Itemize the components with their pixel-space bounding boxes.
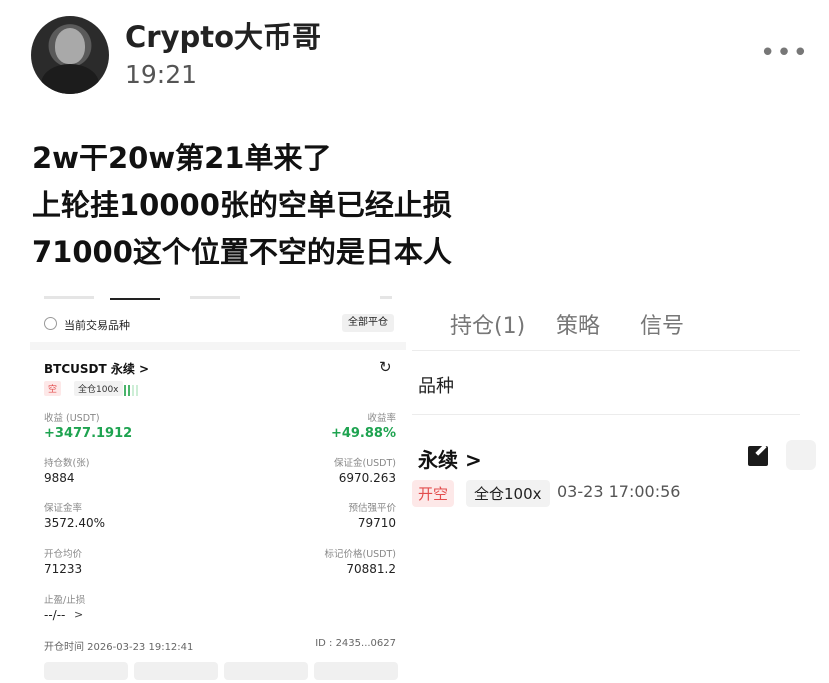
tpsl-value[interactable]: --/-- <box>44 608 65 622</box>
edit-icon[interactable] <box>748 446 768 466</box>
open-timestamp: 03-23 17:00:56 <box>557 482 681 501</box>
tab-strategy[interactable]: 策略 <box>556 308 600 340</box>
current-symbol-radio[interactable] <box>44 317 57 330</box>
open-time: 开仓时间 2026-03-23 19:12:41 <box>44 642 194 653</box>
avatar-body <box>41 64 99 94</box>
action-button[interactable] <box>224 662 308 680</box>
more-options-icon[interactable]: ••• <box>760 38 809 68</box>
action-button[interactable] <box>314 662 398 680</box>
tpsl-chevron-icon[interactable]: > <box>74 608 83 621</box>
short-tag: 空 <box>44 381 62 396</box>
position-symbol[interactable]: BTCUSDT 永续 > <box>44 360 149 377</box>
size-label: 持仓数(张) <box>44 458 90 469</box>
position-id[interactable]: ID : 2435...0627 <box>315 638 396 649</box>
cross-leverage-tag: 全仓100x <box>74 381 123 396</box>
pnl-label: 收益 (USDT) <box>44 413 100 424</box>
avatar-face <box>55 28 85 64</box>
size-value: 9884 <box>44 471 75 485</box>
risk-bars-icon <box>124 381 140 400</box>
tab-signals[interactable]: 信号 <box>640 308 684 340</box>
post-text-line-3: 71000这个位置不空的是日本人 <box>32 235 452 269</box>
author-name[interactable]: Crypto大币哥 <box>125 14 321 56</box>
post-time: 19:21 <box>125 60 198 89</box>
section-divider <box>412 414 800 415</box>
faint-tab <box>44 296 94 299</box>
symbol-section-heading: 品种 <box>418 376 454 397</box>
action-button[interactable] <box>134 662 218 680</box>
cross-leverage-tag: 全仓100x <box>466 480 550 507</box>
active-tab-underline <box>110 298 160 300</box>
post-text-line-1: 2w干20w第21单来了 <box>32 141 332 175</box>
tab-positions[interactable]: 持仓(1) <box>450 308 525 340</box>
open-short-tag: 开空 <box>412 480 455 507</box>
position-screenshot-right: 持仓(1) 策略 信号 品种 永续 > 开空 全仓100x 03-23 17:0… <box>412 290 829 683</box>
tab-divider <box>412 350 800 351</box>
margin-ratio-value: 3572.40% <box>44 516 106 530</box>
roe-label: 收益率 <box>367 413 396 424</box>
section-divider <box>30 342 406 350</box>
author-avatar[interactable] <box>31 16 109 94</box>
pnl-value: +3477.1912 <box>44 426 133 441</box>
cut-off-button[interactable] <box>786 440 816 470</box>
share-icon[interactable]: ↻ <box>379 358 392 376</box>
tpsl-label: 止盈/止损 <box>44 595 86 606</box>
margin-value: 6970.263 <box>338 471 396 485</box>
liquidation-label: 预估强平价 <box>348 503 396 514</box>
faint-tab <box>380 296 392 299</box>
margin-label: 保证金(USDT) <box>333 458 396 469</box>
faint-tab <box>190 296 240 299</box>
current-symbol-label: 当前交易品种 <box>64 319 130 332</box>
entry-price-value: 71233 <box>44 562 83 576</box>
position-screenshot-left: 当前交易品种 全部平仓 BTCUSDT 永续 > ↻ 空 全仓100x 收益 (… <box>30 290 406 683</box>
margin-ratio-label: 保证金率 <box>44 503 83 514</box>
post-text-line-2: 上轮挂10000张的空单已经止损 <box>32 188 452 222</box>
roe-value: +49.88% <box>330 426 396 441</box>
close-all-button[interactable]: 全部平仓 <box>342 314 394 332</box>
entry-price-label: 开仓均价 <box>44 549 83 560</box>
mark-price-value: 70881.2 <box>346 562 396 576</box>
action-button[interactable] <box>44 662 128 680</box>
position-symbol[interactable]: 永续 > <box>418 444 482 473</box>
mark-price-label: 标记价格(USDT) <box>324 549 396 560</box>
liquidation-value: 79710 <box>357 516 396 530</box>
